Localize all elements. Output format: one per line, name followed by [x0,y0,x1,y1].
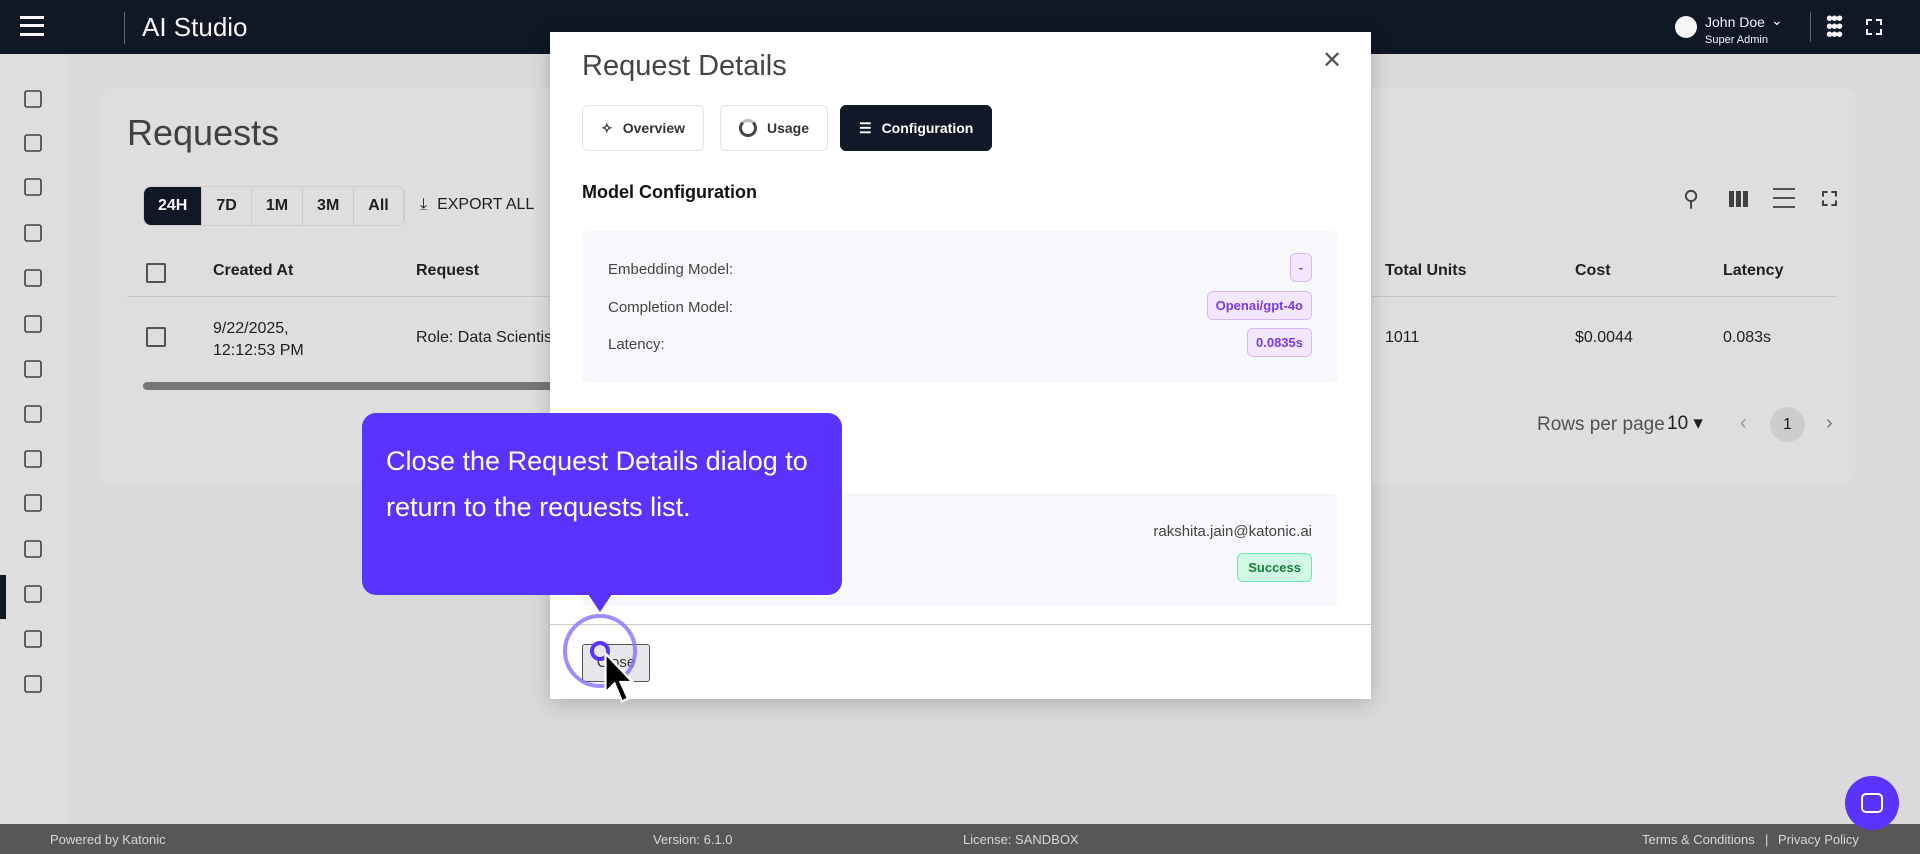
tooltip-arrow [588,594,612,612]
tab-overview[interactable]: ✧ Overview [582,105,704,151]
tab-configuration[interactable]: ☰ Configuration [840,105,993,151]
mouse-cursor-icon [604,652,636,704]
status-badge: Success [1237,553,1312,582]
tab-usage[interactable]: Usage [720,105,829,151]
guide-tooltip: Close the Request Details dialog to retu… [362,413,842,595]
section-title: Model Configuration [582,182,757,202]
sliders-icon: ☰ [859,119,872,136]
dialog-title: Request Details [582,50,787,82]
sparkle-chart-icon: ✧ [601,119,613,136]
chat-support-button[interactable] [1845,776,1899,830]
embedding-model-label: Embedding Model: [608,261,734,278]
footer-divider [550,624,1371,625]
donut-icon [739,119,757,137]
completion-model-label: Completion Model: [608,299,734,316]
embedding-model-value: - [1289,253,1312,282]
latency-value: 0.0835s [1247,328,1312,357]
chat-icon [1861,793,1883,813]
latency-label: Latency: [608,336,665,353]
completion-model-value: Openai/gpt-4o [1206,291,1312,320]
user-email: rakshita.jain@katonic.ai [1153,523,1312,540]
request-details-dialog: Request Details ✕ ✧ Overview Usage ☰ Confi… [550,32,1371,699]
model-config-box: Embedding Model: - Completion Model: Ope… [582,231,1338,383]
close-icon[interactable]: ✕ [1322,46,1342,75]
